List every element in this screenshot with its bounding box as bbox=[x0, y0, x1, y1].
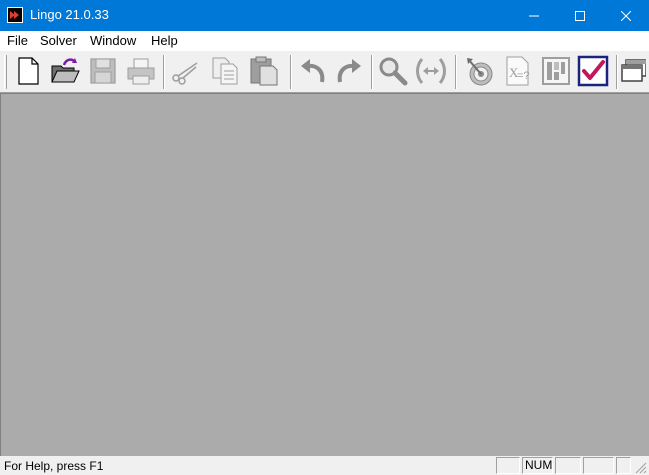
toolbar-separator bbox=[455, 55, 457, 89]
undo-arrow-icon bbox=[301, 59, 325, 83]
paste-button[interactable] bbox=[247, 54, 281, 88]
toolbar-gripper[interactable] bbox=[4, 55, 7, 89]
status-help-text: For Help, press F1 bbox=[4, 459, 104, 473]
mdi-workspace[interactable] bbox=[0, 93, 649, 456]
menu-window[interactable]: Window bbox=[90, 33, 136, 48]
save-button[interactable] bbox=[86, 54, 120, 88]
status-pane bbox=[583, 457, 614, 474]
solve-button[interactable] bbox=[463, 54, 497, 88]
cascade-windows-icon bbox=[621, 59, 646, 82]
menu-help[interactable]: Help bbox=[151, 33, 178, 48]
status-pane bbox=[616, 457, 631, 474]
status-pane bbox=[496, 457, 520, 474]
status-bar: For Help, press F1 NUM bbox=[0, 456, 649, 475]
paste-icon bbox=[250, 56, 278, 86]
open-button[interactable] bbox=[48, 54, 82, 88]
status-pane bbox=[555, 457, 581, 474]
copy-button[interactable] bbox=[209, 54, 243, 88]
print-button[interactable] bbox=[124, 54, 158, 88]
match-parenthesis-icon bbox=[416, 58, 446, 84]
printer-icon bbox=[127, 58, 155, 85]
target-bullseye-icon bbox=[467, 58, 493, 86]
minimize-icon bbox=[529, 15, 539, 16]
checkmark-icon bbox=[577, 55, 609, 87]
maximize-button[interactable] bbox=[557, 0, 603, 31]
close-button[interactable] bbox=[603, 0, 649, 31]
window-title: Lingo 21.0.33 bbox=[30, 7, 109, 22]
resize-grip-icon[interactable] bbox=[633, 460, 647, 474]
save-disk-icon bbox=[90, 58, 116, 84]
toolbar-separator bbox=[163, 55, 165, 89]
window-layout-button[interactable] bbox=[620, 54, 649, 88]
toolbar-separator bbox=[616, 55, 618, 89]
menu-file[interactable]: File bbox=[7, 33, 28, 48]
magnifier-icon bbox=[379, 57, 408, 86]
minimize-button[interactable] bbox=[511, 0, 557, 31]
toolbar: X =? bbox=[0, 51, 649, 93]
undo-button[interactable] bbox=[296, 54, 330, 88]
maximize-icon bbox=[575, 10, 585, 21]
svg-text:=?: =? bbox=[517, 70, 530, 82]
copy-icon bbox=[212, 57, 238, 85]
find-button[interactable] bbox=[376, 54, 410, 88]
close-icon bbox=[621, 10, 631, 21]
options-button[interactable] bbox=[576, 54, 610, 88]
match-parenthesis-button[interactable] bbox=[414, 54, 448, 88]
redo-button[interactable] bbox=[332, 54, 366, 88]
picture-button[interactable] bbox=[539, 54, 573, 88]
new-document-icon bbox=[18, 57, 39, 85]
toolbar-separator bbox=[290, 55, 292, 89]
cut-button[interactable] bbox=[168, 54, 202, 88]
formula-document-icon: X =? bbox=[506, 56, 530, 86]
new-button[interactable] bbox=[11, 54, 45, 88]
toolbar-separator bbox=[371, 55, 373, 89]
menu-solver[interactable]: Solver bbox=[40, 33, 77, 48]
menu-bar: File Solver Window Help bbox=[0, 31, 649, 51]
app-icon[interactable] bbox=[7, 7, 23, 23]
redo-arrow-icon bbox=[337, 59, 361, 83]
status-pane-num: NUM bbox=[522, 457, 553, 474]
open-folder-icon bbox=[51, 58, 80, 83]
title-bar[interactable]: Lingo 21.0.33 bbox=[0, 0, 649, 31]
matrix-picture-icon bbox=[542, 57, 570, 85]
scissors-icon bbox=[172, 62, 198, 85]
generate-button[interactable]: X =? bbox=[500, 54, 534, 88]
